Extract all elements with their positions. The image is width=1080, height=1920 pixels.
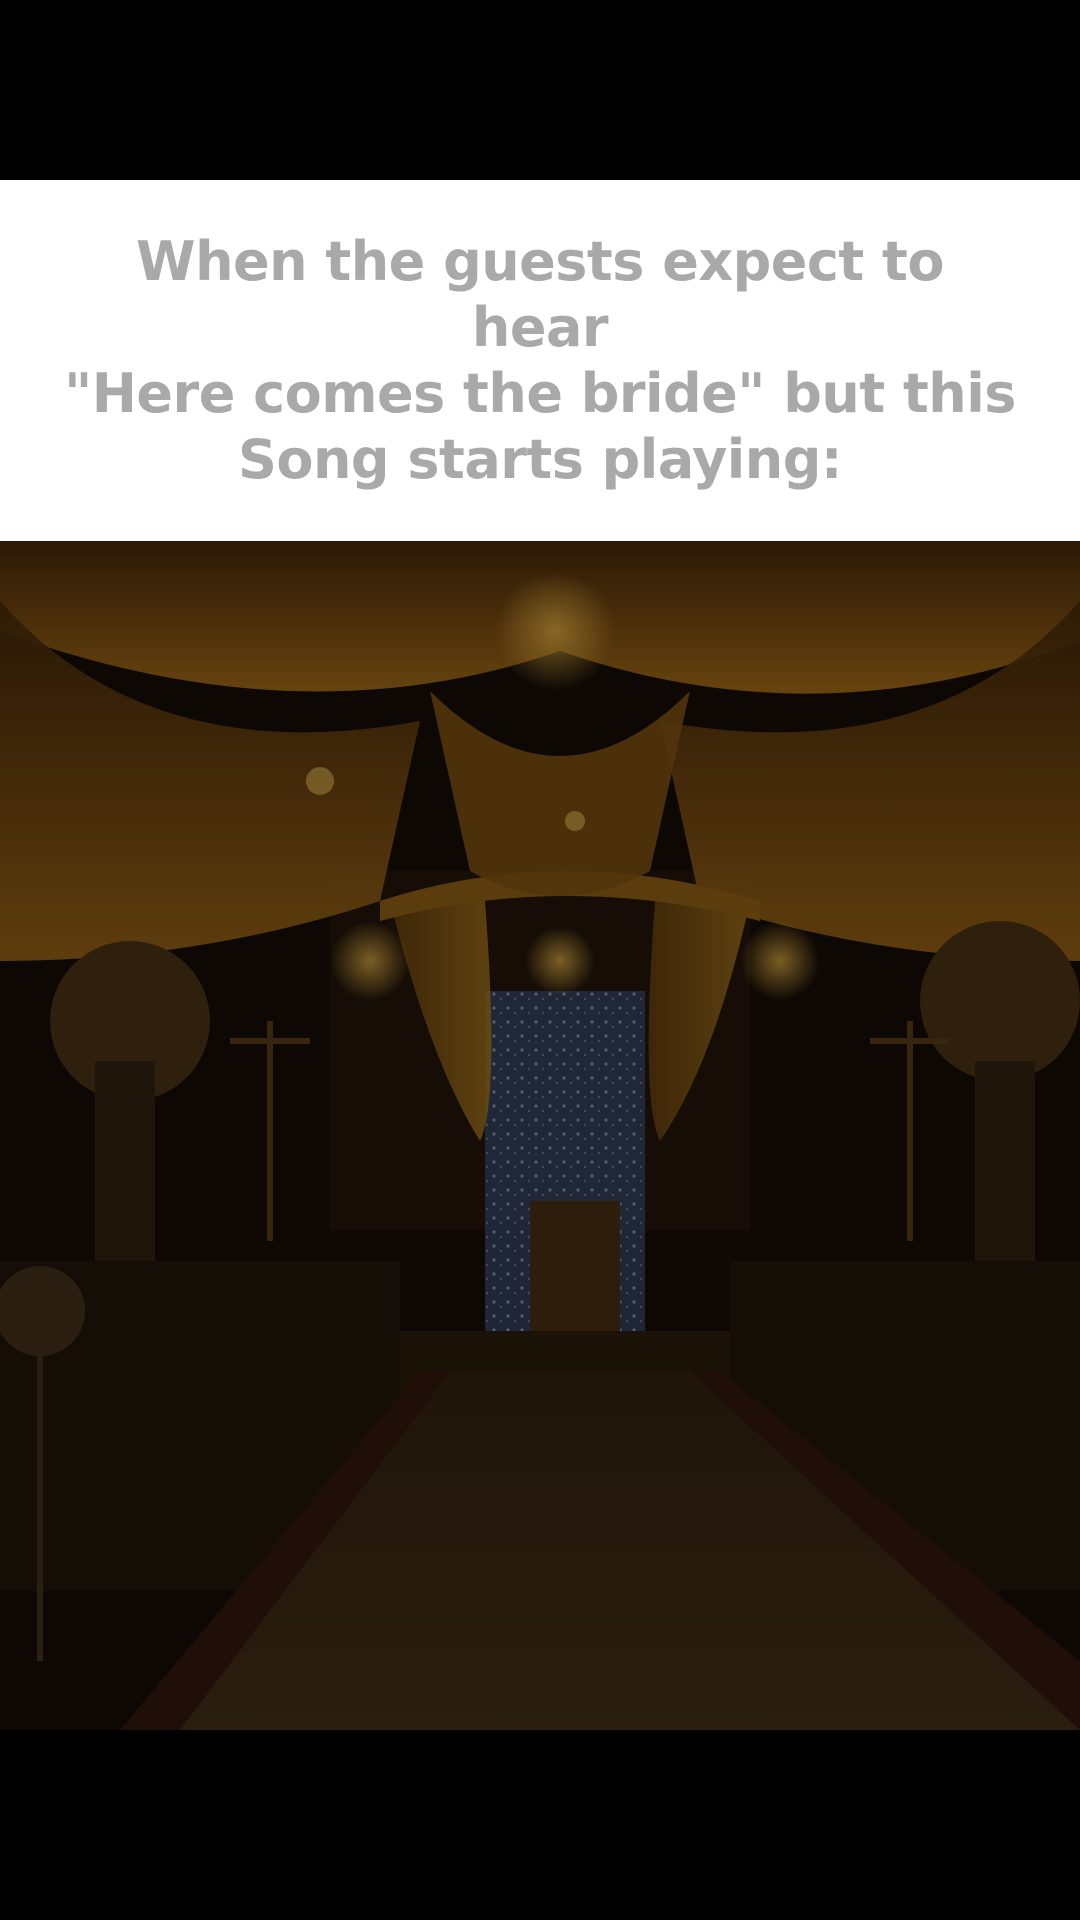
wedding-scene-illustration	[0, 541, 1080, 1730]
caption-line-3: Song starts playing:	[237, 427, 843, 491]
bottom-black-bar	[0, 1730, 1080, 1920]
caption-panel: When the guests expect to hear "Here com…	[0, 180, 1080, 541]
meme-caption: When the guests expect to hear "Here com…	[60, 229, 1020, 493]
caption-line-2: "Here comes the bride" but this	[64, 361, 1016, 425]
caption-line-1: When the guests expect to hear	[136, 229, 944, 359]
wedding-aisle-photo	[0, 541, 1080, 1730]
top-black-bar	[0, 0, 1080, 180]
